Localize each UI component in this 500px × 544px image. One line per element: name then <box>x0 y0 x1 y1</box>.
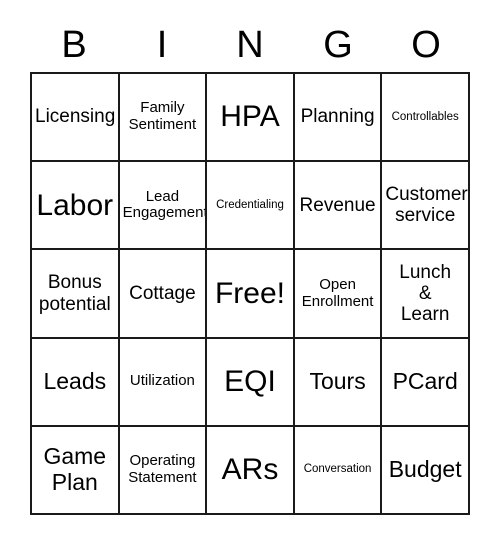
bingo-cell[interactable]: Lunch & Learn <box>382 250 470 339</box>
bingo-cell-label: Cottage <box>129 282 196 304</box>
bingo-cell-label: Revenue <box>299 194 376 216</box>
bingo-cell-label: EQI <box>224 364 276 398</box>
bingo-cell-label: Credentialing <box>216 198 284 211</box>
bingo-cell[interactable]: PCard <box>382 338 470 427</box>
header-letter-b: B <box>61 24 87 66</box>
bingo-cell[interactable]: Credentialing <box>207 162 295 251</box>
bingo-cell[interactable]: Revenue <box>294 162 383 251</box>
bingo-cell[interactable]: Utilization <box>119 338 208 427</box>
bingo-cell-label: ARs <box>221 453 279 487</box>
bingo-cell[interactable]: Budget <box>382 426 470 516</box>
bingo-cell-label: Game Plan <box>43 443 107 495</box>
bingo-cell[interactable]: EQI <box>207 338 295 427</box>
bingo-cell-label: Operating Statement <box>128 452 197 486</box>
bingo-cell-label: Customer service <box>385 184 468 227</box>
bingo-cell[interactable]: Licensing <box>32 74 120 163</box>
bingo-cell[interactable]: Bonus potential <box>32 250 120 339</box>
bingo-cell[interactable]: Labor <box>32 162 120 251</box>
bingo-cell-free-space[interactable]: Free! <box>207 250 295 339</box>
bingo-cell[interactable]: Cottage <box>119 250 208 339</box>
bingo-cell-label: Licensing <box>35 106 116 128</box>
bingo-cell[interactable]: ARs <box>207 426 295 516</box>
header-letter-i: I <box>156 24 168 66</box>
bingo-cell[interactable]: Leads <box>32 338 120 427</box>
bingo-cell[interactable]: Customer service <box>382 162 470 251</box>
header-letter-g: G <box>323 24 353 66</box>
bingo-cell[interactable]: Lead Engagement <box>119 162 208 251</box>
bingo-cell[interactable]: Planning <box>294 74 383 163</box>
header-letter-o: O <box>411 24 441 66</box>
bingo-header: B I N G O <box>30 18 470 72</box>
bingo-cell-label: PCard <box>392 367 458 394</box>
bingo-cell[interactable]: Family Sentiment <box>119 74 208 163</box>
bingo-cell-label: Lead Engagement <box>122 187 208 222</box>
bingo-row: Bonus potential Cottage Free! Open Enrol… <box>32 250 470 339</box>
bingo-row: Leads Utilization EQI Tours PCard <box>32 338 470 427</box>
bingo-cell-label: Lunch & Learn <box>399 261 452 326</box>
bingo-cell[interactable]: Operating Statement <box>119 426 208 516</box>
bingo-cell-label: Leads <box>43 367 107 394</box>
header-letter-n: N <box>236 24 264 66</box>
bingo-cell[interactable]: Tours <box>294 338 383 427</box>
bingo-row: Game Plan Operating Statement ARs Conver… <box>32 426 470 516</box>
bingo-cell[interactable]: HPA <box>207 74 295 163</box>
bingo-cell[interactable]: Conversation <box>294 426 383 516</box>
bingo-cell-label: Controllables <box>391 110 459 123</box>
bingo-cell-label: Budget <box>388 456 462 483</box>
bingo-cell[interactable]: Controllables <box>382 74 470 163</box>
bingo-grid: Licensing Family Sentiment HPA Planning … <box>30 72 470 516</box>
bingo-cell-label: Conversation <box>303 463 372 476</box>
bingo-cell-label: Labor <box>36 188 114 222</box>
bingo-cell-label: HPA <box>220 100 280 134</box>
bingo-row: Labor Lead Engagement Credentialing Reve… <box>32 162 470 251</box>
bingo-cell-label: Utilization <box>129 372 195 390</box>
bingo-cell-label: Free! <box>214 276 285 310</box>
bingo-cell-label: Planning <box>300 106 375 128</box>
bingo-cell-label: Bonus potential <box>38 272 111 315</box>
bingo-cell[interactable]: Open Enrollment <box>294 250 383 339</box>
bingo-cell-label: Tours <box>309 367 366 394</box>
bingo-cell[interactable]: Game Plan <box>32 426 120 516</box>
bingo-card: B I N G O Licensing Family Sentiment HPA… <box>0 0 500 544</box>
bingo-row: Licensing Family Sentiment HPA Planning … <box>32 74 470 163</box>
bingo-cell-label: Family Sentiment <box>128 99 197 134</box>
bingo-cell-label: Open Enrollment <box>301 275 374 310</box>
